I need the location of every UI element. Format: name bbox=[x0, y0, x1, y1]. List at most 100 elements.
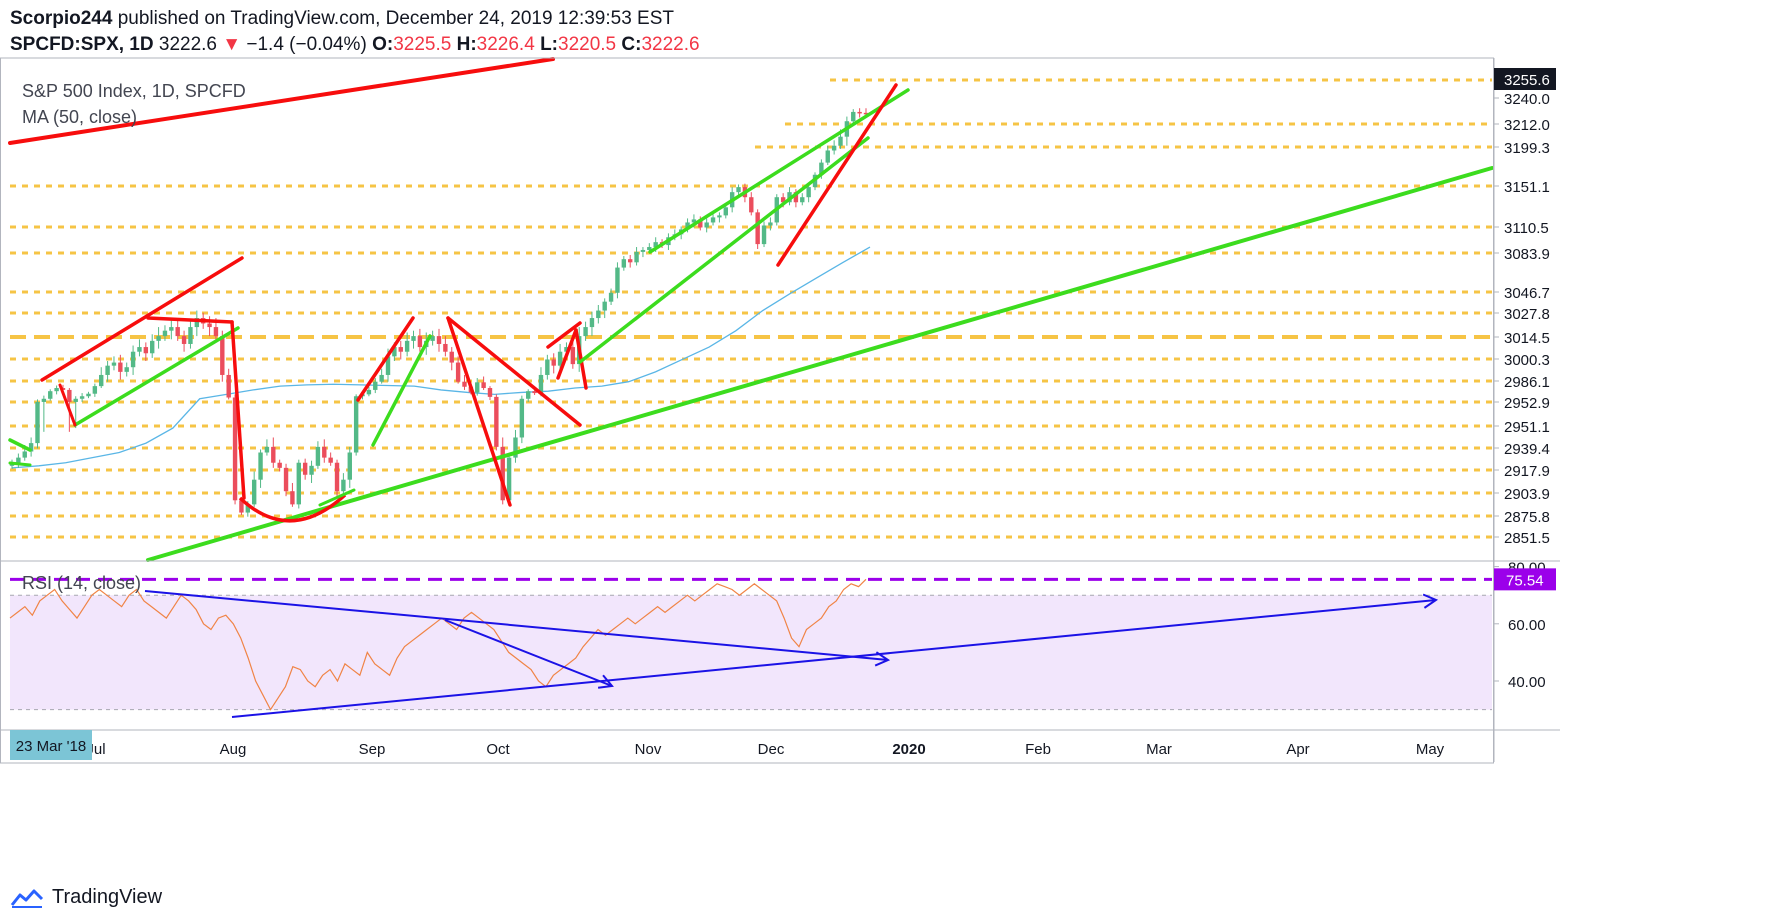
candle-body bbox=[825, 150, 830, 163]
red-oct-drop bbox=[446, 316, 512, 507]
candle-body bbox=[124, 367, 129, 372]
time-axis-label: Oct bbox=[486, 741, 510, 758]
candle-body bbox=[831, 145, 837, 151]
close-value: 3222.6 bbox=[641, 34, 700, 55]
green-sept-rise bbox=[371, 334, 432, 447]
candle-body bbox=[519, 398, 525, 438]
candle-body bbox=[570, 347, 576, 365]
low-value: 3220.5 bbox=[558, 34, 617, 55]
chart-canvas[interactable]: 3255.6 3240.0 3212.0 3199.3 3151.1 3110.5 3083… bbox=[0, 0, 1782, 923]
last-price-tag-label: 3255.6 bbox=[1504, 72, 1550, 89]
price-axis-label: 3014.5 bbox=[1504, 330, 1550, 347]
candle-body bbox=[602, 301, 607, 311]
change-value: −1.4 (−0.04%) bbox=[241, 34, 367, 55]
candle-body bbox=[545, 359, 550, 375]
footer: TradingView bbox=[10, 886, 162, 909]
candle-body bbox=[640, 249, 646, 252]
author-name[interactable]: Scorpio244 bbox=[10, 8, 112, 29]
red-top-flat bbox=[146, 316, 234, 324]
candle-body bbox=[411, 336, 416, 341]
rsi-pane-legend: RSI (14, close) bbox=[22, 570, 141, 596]
candle-body bbox=[404, 340, 410, 352]
price-axis-label: 2851.5 bbox=[1504, 530, 1550, 547]
trendlines-layer bbox=[8, 57, 1494, 562]
candle-body bbox=[328, 457, 333, 463]
rsi-legend[interactable]: RSI (14, close) bbox=[22, 570, 141, 596]
ma-layer bbox=[11, 246, 871, 469]
candle-body bbox=[150, 340, 155, 354]
candle-body bbox=[615, 267, 620, 293]
support-lines-layer bbox=[10, 78, 1492, 539]
ma-line bbox=[11, 246, 871, 469]
candle-body bbox=[105, 365, 110, 375]
candle-body bbox=[736, 187, 741, 193]
candle-body bbox=[551, 359, 556, 366]
red-channel-upper bbox=[40, 256, 244, 382]
candle-body bbox=[353, 396, 359, 453]
ma-legend[interactable]: MA (50, close) bbox=[22, 104, 246, 130]
candle-body bbox=[137, 347, 142, 352]
high-label: H: bbox=[456, 34, 477, 55]
published-text: published on TradingView.com, December 2… bbox=[112, 8, 674, 29]
candle-body bbox=[302, 462, 308, 475]
candle-body bbox=[800, 197, 805, 203]
main-pane-legend: S&P 500 Index, 1D, SPCFD MA (50, close) bbox=[22, 78, 246, 130]
price-axis-label: 2939.4 bbox=[1504, 441, 1550, 458]
rsi-band-layer bbox=[10, 594, 1492, 711]
candle-body bbox=[462, 381, 467, 387]
candle-body bbox=[526, 391, 531, 399]
candle-body bbox=[226, 374, 231, 398]
candle-body bbox=[181, 336, 187, 344]
symbol-label: SPCFD:SPX, 1D bbox=[10, 34, 154, 55]
candle-body bbox=[475, 382, 480, 393]
candle-body bbox=[596, 310, 601, 319]
candle-body bbox=[277, 462, 282, 468]
candle-body bbox=[54, 388, 59, 392]
candle-body bbox=[583, 327, 588, 337]
candle-body bbox=[621, 259, 627, 268]
candle-body bbox=[755, 212, 760, 245]
candle-body bbox=[251, 479, 257, 505]
change-down-icon: ▼ bbox=[222, 34, 242, 55]
candle-body bbox=[749, 197, 754, 213]
time-axis-label: Sep bbox=[359, 741, 386, 758]
price-axis-label: 3083.9 bbox=[1504, 246, 1550, 263]
time-axis-label: Mar bbox=[1146, 741, 1172, 758]
candle-body bbox=[589, 318, 595, 328]
candle-body bbox=[92, 386, 98, 394]
candle-body bbox=[494, 396, 499, 447]
price-axis-label: 3110.5 bbox=[1504, 220, 1549, 237]
candle-body bbox=[143, 347, 149, 354]
chart-header: Scorpio244 published on TradingView.com,… bbox=[10, 6, 700, 58]
time-axis-label: Aug bbox=[220, 741, 247, 758]
candle-body bbox=[347, 452, 352, 480]
candle-body bbox=[258, 452, 263, 480]
candle-body bbox=[309, 465, 314, 475]
open-label: O: bbox=[372, 34, 394, 55]
time-axis-label: 2020 bbox=[892, 741, 925, 758]
candle-body bbox=[16, 457, 21, 463]
candle-body bbox=[315, 446, 321, 466]
candle-body bbox=[398, 347, 403, 352]
candle-body bbox=[768, 222, 773, 226]
candle-body bbox=[162, 330, 168, 337]
low-label: L: bbox=[540, 34, 558, 55]
candle-body bbox=[48, 391, 53, 399]
candle-body bbox=[443, 343, 448, 352]
series-title[interactable]: S&P 500 Index, 1D, SPCFD bbox=[22, 78, 246, 104]
candle-body bbox=[22, 451, 27, 458]
open-value: 3225.5 bbox=[393, 34, 452, 55]
candle-body bbox=[481, 382, 486, 389]
candle-body bbox=[710, 217, 716, 223]
candle-body bbox=[118, 362, 123, 372]
candle-body bbox=[417, 336, 423, 348]
candle-body bbox=[723, 207, 728, 216]
tradingview-logo-icon[interactable] bbox=[10, 887, 44, 909]
tradingview-brand[interactable]: TradingView bbox=[52, 886, 162, 909]
ohlc-row: SPCFD:SPX, 1D 3222.6 ▼ −1.4 (−0.04%) O:3… bbox=[10, 32, 700, 58]
candle-body bbox=[175, 327, 180, 337]
candle-body bbox=[67, 389, 72, 402]
candle-body bbox=[341, 479, 346, 492]
last-price: 3222.6 bbox=[153, 34, 217, 55]
candle-body bbox=[449, 351, 454, 363]
